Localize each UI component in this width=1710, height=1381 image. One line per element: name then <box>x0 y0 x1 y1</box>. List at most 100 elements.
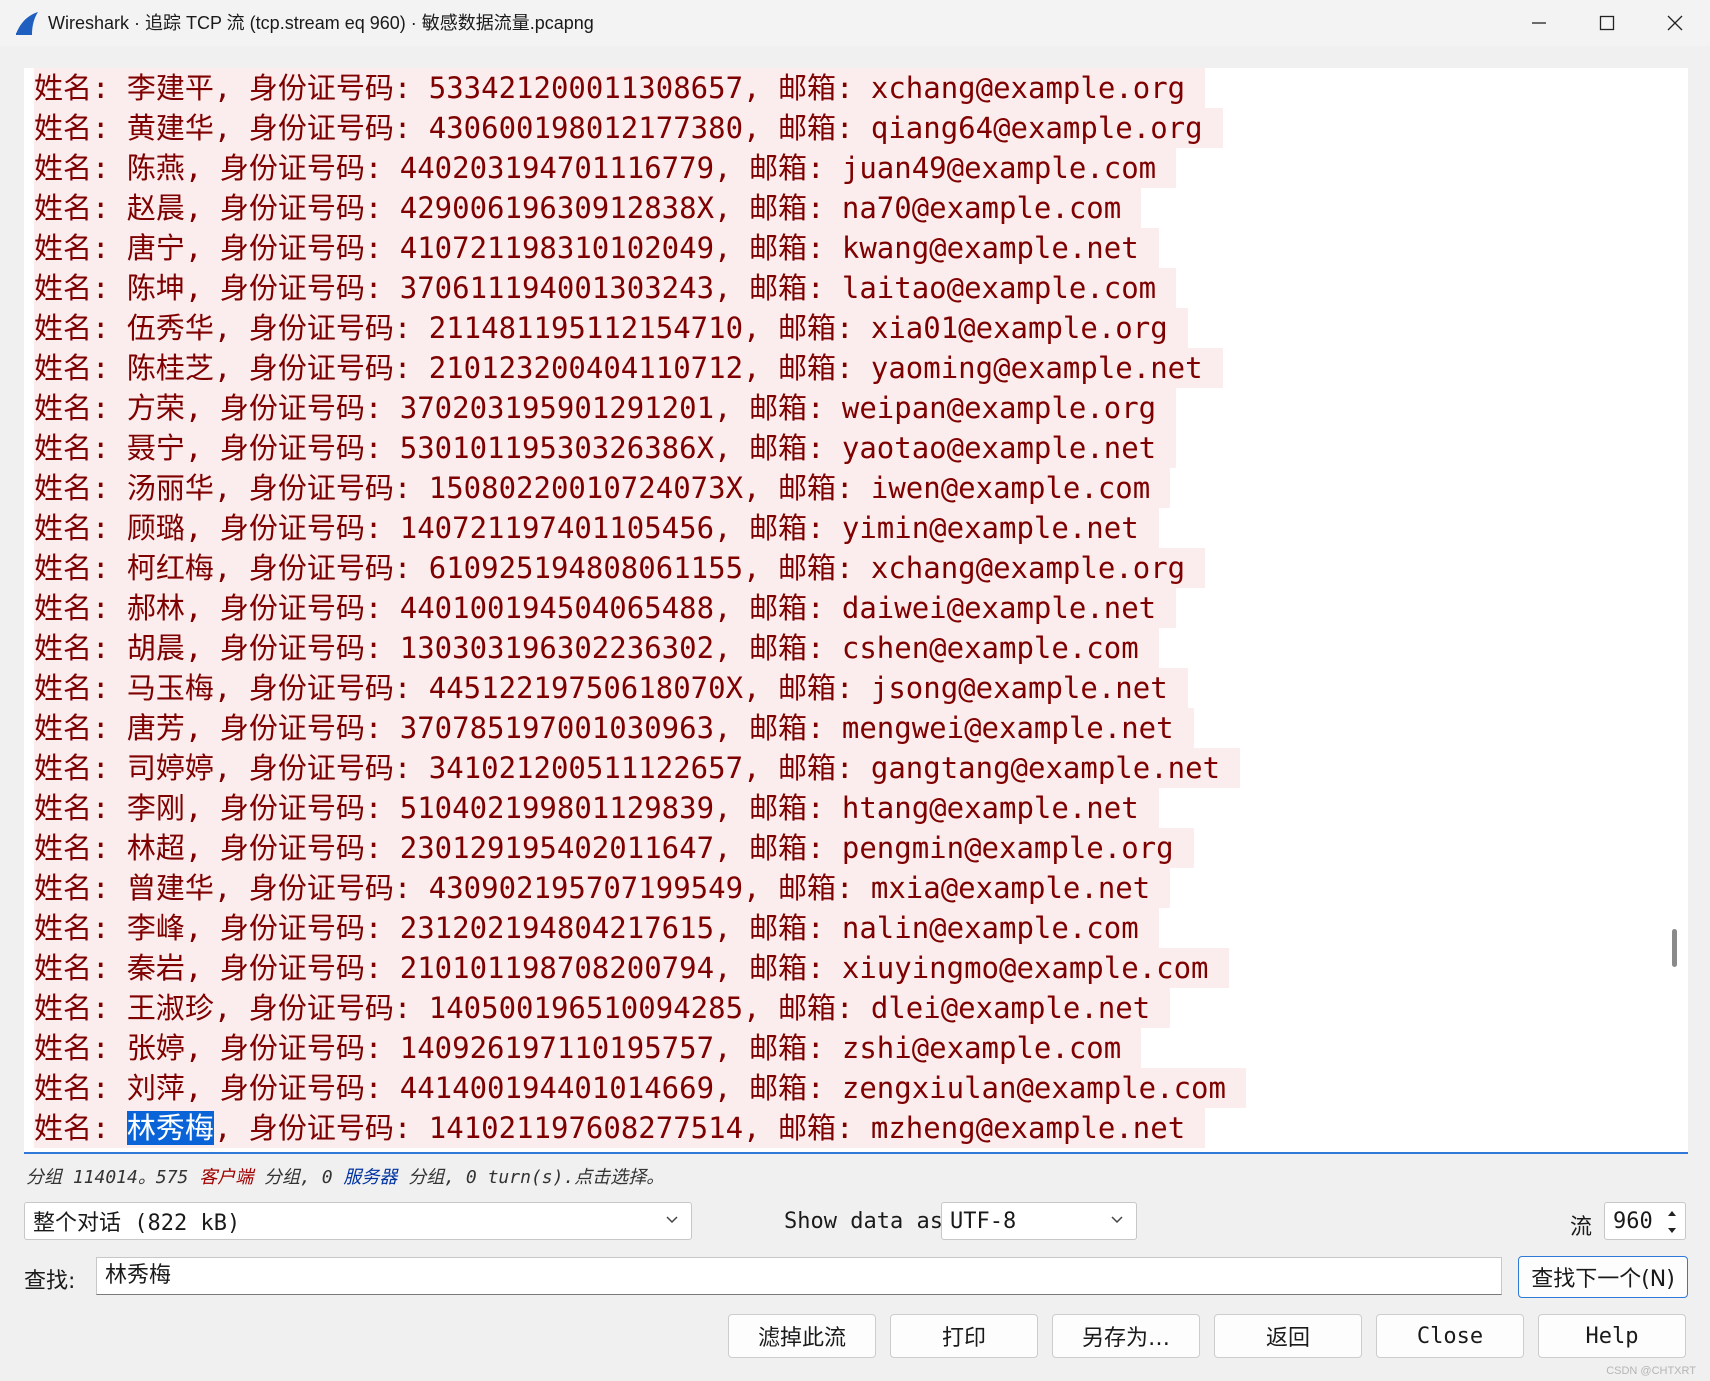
close-button[interactable]: Close <box>1376 1314 1524 1358</box>
show-data-as-label: Show data as <box>784 1209 943 1234</box>
client-payload-text: 姓名: 汤丽华, 身份证号码: 15080220010724073X, 邮箱: … <box>34 468 1171 508</box>
line-text: 姓名: 马玉梅, 身份证号码: 44512219750618070X, 邮箱: … <box>34 671 1168 705</box>
line-text: 姓名: 李刚, 身份证号码: 510402199801129839, 邮箱: h… <box>34 791 1139 825</box>
stream-line: 姓名: 李建平, 身份证号码: 533421200011308657, 邮箱: … <box>24 68 1662 108</box>
title-bar: Wireshark · 追踪 TCP 流 (tcp.stream eq 960)… <box>0 0 1710 46</box>
scrollbar-thumb[interactable] <box>1672 929 1677 967</box>
find-next-button[interactable]: 查找下一个(N) <box>1518 1256 1688 1298</box>
status-client-label: 客户端 <box>199 1167 254 1188</box>
minimize-icon <box>1532 22 1546 24</box>
client-payload-text: 姓名: 唐宁, 身份证号码: 410721198310102049, 邮箱: k… <box>34 228 1159 268</box>
line-text: 姓名: 陈坤, 身份证号码: 370611194001303243, 邮箱: l… <box>34 271 1157 305</box>
find-label: 查找: <box>24 1269 76 1294</box>
vertical-scrollbar[interactable] <box>1662 68 1688 1152</box>
client-payload-text: 姓名: 唐芳, 身份证号码: 370785197001030963, 邮箱: m… <box>34 708 1194 748</box>
chevron-down-icon <box>666 1216 678 1224</box>
stream-line: 姓名: 伍秀华, 身份证号码: 211481195112154710, 邮箱: … <box>24 308 1662 348</box>
status-prefix: 分组 114014。575 <box>26 1167 200 1188</box>
line-text: 姓名: 赵晨, 身份证号码: 42900619630912838X, 邮箱: n… <box>34 191 1122 225</box>
conversation-select[interactable]: 整个对话 (822 kB) <box>24 1202 692 1240</box>
client-payload-text: 姓名: 陈桂芝, 身份证号码: 210123200404110712, 邮箱: … <box>34 348 1223 388</box>
stream-line: 姓名: 陈桂芝, 身份证号码: 210123200404110712, 邮箱: … <box>24 348 1662 388</box>
packet-status-line[interactable]: 分组 114014。575 客户端 分组, 0 服务器 分组, 0 turn(s… <box>26 1163 664 1189</box>
encoding-select-value: UTF-8 <box>950 1208 1017 1234</box>
line-text: 姓名: 曾建华, 身份证号码: 430902195707199549, 邮箱: … <box>34 871 1151 905</box>
client-payload-text: 姓名: 林秀梅, 身份证号码: 141021197608277514, 邮箱: … <box>34 1108 1206 1148</box>
line-text: 姓名: 郝林, 身份证号码: 440100194504065488, 邮箱: d… <box>34 591 1157 625</box>
line-text: 姓名: 司婷婷, 身份证号码: 341021200511122657, 邮箱: … <box>34 751 1221 785</box>
spin-up-icon[interactable] <box>1663 1205 1681 1221</box>
line-text: 姓名: 刘萍, 身份证号码: 441400194401014669, 邮箱: z… <box>34 1071 1226 1105</box>
print-button[interactable]: 打印 <box>890 1314 1038 1358</box>
stream-line: 姓名: 刘萍, 身份证号码: 441400194401014669, 邮箱: z… <box>24 1068 1662 1108</box>
client-payload-text: 姓名: 陈燕, 身份证号码: 440203194701116779, 邮箱: j… <box>34 148 1177 188</box>
window-title: Wireshark · 追踪 TCP 流 (tcp.stream eq 960)… <box>48 13 594 33</box>
back-button[interactable]: 返回 <box>1214 1314 1362 1358</box>
stream-text-view[interactable]: 姓名: 李建平, 身份证号码: 533421200011308657, 邮箱: … <box>24 68 1688 1154</box>
client-payload-text: 姓名: 黄建华, 身份证号码: 430600198012177380, 邮箱: … <box>34 108 1223 148</box>
close-window-button[interactable] <box>1640 0 1710 46</box>
help-button[interactable]: Help <box>1538 1314 1686 1358</box>
status-server-label: 服务器 <box>343 1167 398 1188</box>
line-text: 姓名: 秦岩, 身份证号码: 210101198708200794, 邮箱: x… <box>34 951 1209 985</box>
save-as-button[interactable]: 另存为… <box>1052 1314 1200 1358</box>
line-text: 姓名: 唐宁, 身份证号码: 410721198310102049, 邮箱: k… <box>34 231 1139 265</box>
watermark: CSDN @CHTXRT <box>1606 1365 1696 1377</box>
client-payload-text: 姓名: 李峰, 身份证号码: 231202194804217615, 邮箱: n… <box>34 908 1159 948</box>
client-payload-text: 姓名: 王淑珍, 身份证号码: 140500196510094285, 邮箱: … <box>34 988 1171 1028</box>
maximize-button[interactable] <box>1572 0 1642 46</box>
client-payload-text: 姓名: 秦岩, 身份证号码: 210101198708200794, 邮箱: x… <box>34 948 1229 988</box>
status-middle: 分组, 0 <box>253 1167 344 1188</box>
chevron-down-icon <box>1111 1216 1123 1224</box>
stream-line: 姓名: 林超, 身份证号码: 230129195402011647, 邮箱: p… <box>24 828 1662 868</box>
line-text: 姓名: 聂宁, 身份证号码: 53010119530326386X, 邮箱: y… <box>34 431 1157 465</box>
client-payload-text: 姓名: 郝林, 身份证号码: 440100194504065488, 邮箱: d… <box>34 588 1177 628</box>
stream-line: 姓名: 陈坤, 身份证号码: 370611194001303243, 邮箱: l… <box>24 268 1662 308</box>
line-text: 姓名: 李峰, 身份证号码: 231202194804217615, 邮箱: n… <box>34 911 1139 945</box>
stream-number-spinner[interactable]: 960 <box>1604 1202 1686 1240</box>
stream-line: 姓名: 唐宁, 身份证号码: 410721198310102049, 邮箱: k… <box>24 228 1662 268</box>
stream-line: 姓名: 李峰, 身份证号码: 231202194804217615, 邮箱: n… <box>24 908 1662 948</box>
client-payload-text: 姓名: 陈坤, 身份证号码: 370611194001303243, 邮箱: l… <box>34 268 1177 308</box>
client-payload-text: 姓名: 方荣, 身份证号码: 370203195901291201, 邮箱: w… <box>34 388 1177 428</box>
stream-line: 姓名: 司婷婷, 身份证号码: 341021200511122657, 邮箱: … <box>24 748 1662 788</box>
line-text: 姓名: 张婷, 身份证号码: 140926197110195757, 邮箱: z… <box>34 1031 1122 1065</box>
line-text: 姓名: 汤丽华, 身份证号码: 15080220010724073X, 邮箱: … <box>34 471 1151 505</box>
line-text: 姓名: 陈桂芝, 身份证号码: 210123200404110712, 邮箱: … <box>34 351 1203 385</box>
minimize-button[interactable] <box>1504 0 1574 46</box>
status-suffix: 分组, 0 turn(s).点击选择。 <box>397 1167 665 1188</box>
client-payload-text: 姓名: 刘萍, 身份证号码: 441400194401014669, 邮箱: z… <box>34 1068 1246 1108</box>
stream-line: 姓名: 赵晨, 身份证号码: 42900619630912838X, 邮箱: n… <box>24 188 1662 228</box>
filter-out-stream-button[interactable]: 滤掉此流 <box>728 1314 876 1358</box>
stream-line: 姓名: 唐芳, 身份证号码: 370785197001030963, 邮箱: m… <box>24 708 1662 748</box>
client-payload-text: 姓名: 伍秀华, 身份证号码: 211481195112154710, 邮箱: … <box>34 308 1188 348</box>
client-payload-text: 姓名: 柯红梅, 身份证号码: 610925194808061155, 邮箱: … <box>34 548 1206 588</box>
stream-line: 姓名: 曾建华, 身份证号码: 430902195707199549, 邮箱: … <box>24 868 1662 908</box>
client-payload-text: 姓名: 张婷, 身份证号码: 140926197110195757, 邮箱: z… <box>34 1028 1142 1068</box>
find-input[interactable]: 林秀梅 <box>96 1257 1502 1295</box>
encoding-select[interactable]: UTF-8 <box>941 1202 1137 1240</box>
spin-down-icon[interactable] <box>1663 1222 1681 1238</box>
stream-line: 姓名: 郝林, 身份证号码: 440100194504065488, 邮箱: d… <box>24 588 1662 628</box>
stream-line: 姓名: 柯红梅, 身份证号码: 610925194808061155, 邮箱: … <box>24 548 1662 588</box>
client-payload-text: 姓名: 赵晨, 身份证号码: 42900619630912838X, 邮箱: n… <box>34 188 1142 228</box>
line-text: 姓名: 顾璐, 身份证号码: 140721197401105456, 邮箱: y… <box>34 511 1139 545</box>
search-match-highlight: 林秀梅 <box>126 1111 214 1145</box>
maximize-icon <box>1599 15 1615 31</box>
line-text: 姓名: 李建平, 身份证号码: 533421200011308657, 邮箱: … <box>34 71 1186 105</box>
client-payload-text: 姓名: 聂宁, 身份证号码: 53010119530326386X, 邮箱: y… <box>34 428 1177 468</box>
line-text: 姓名: 方荣, 身份证号码: 370203195901291201, 邮箱: w… <box>34 391 1157 425</box>
line-text: 姓名: 陈燕, 身份证号码: 440203194701116779, 邮箱: j… <box>34 151 1157 185</box>
line-text-after: , 身份证号码: 141021197608277514, 邮箱: mzheng@… <box>213 1111 1186 1145</box>
stream-number-value: 960 <box>1613 1209 1653 1234</box>
line-text: 姓名: 黄建华, 身份证号码: 430600198012177380, 邮箱: … <box>34 111 1203 145</box>
client-payload-text: 姓名: 顾璐, 身份证号码: 140721197401105456, 邮箱: y… <box>34 508 1159 548</box>
stream-label: 流 <box>1570 1215 1593 1240</box>
stream-line: 姓名: 聂宁, 身份证号码: 53010119530326386X, 邮箱: y… <box>24 428 1662 468</box>
client-payload-text: 姓名: 马玉梅, 身份证号码: 44512219750618070X, 邮箱: … <box>34 668 1188 708</box>
stream-line: 姓名: 汤丽华, 身份证号码: 15080220010724073X, 邮箱: … <box>24 468 1662 508</box>
stream-line: 姓名: 王淑珍, 身份证号码: 140500196510094285, 邮箱: … <box>24 988 1662 1028</box>
stream-line: 姓名: 林秀梅, 身份证号码: 141021197608277514, 邮箱: … <box>24 1108 1662 1148</box>
conversation-select-value: 整个对话 (822 kB) <box>33 1211 241 1236</box>
client-payload-text: 姓名: 司婷婷, 身份证号码: 341021200511122657, 邮箱: … <box>34 748 1241 788</box>
